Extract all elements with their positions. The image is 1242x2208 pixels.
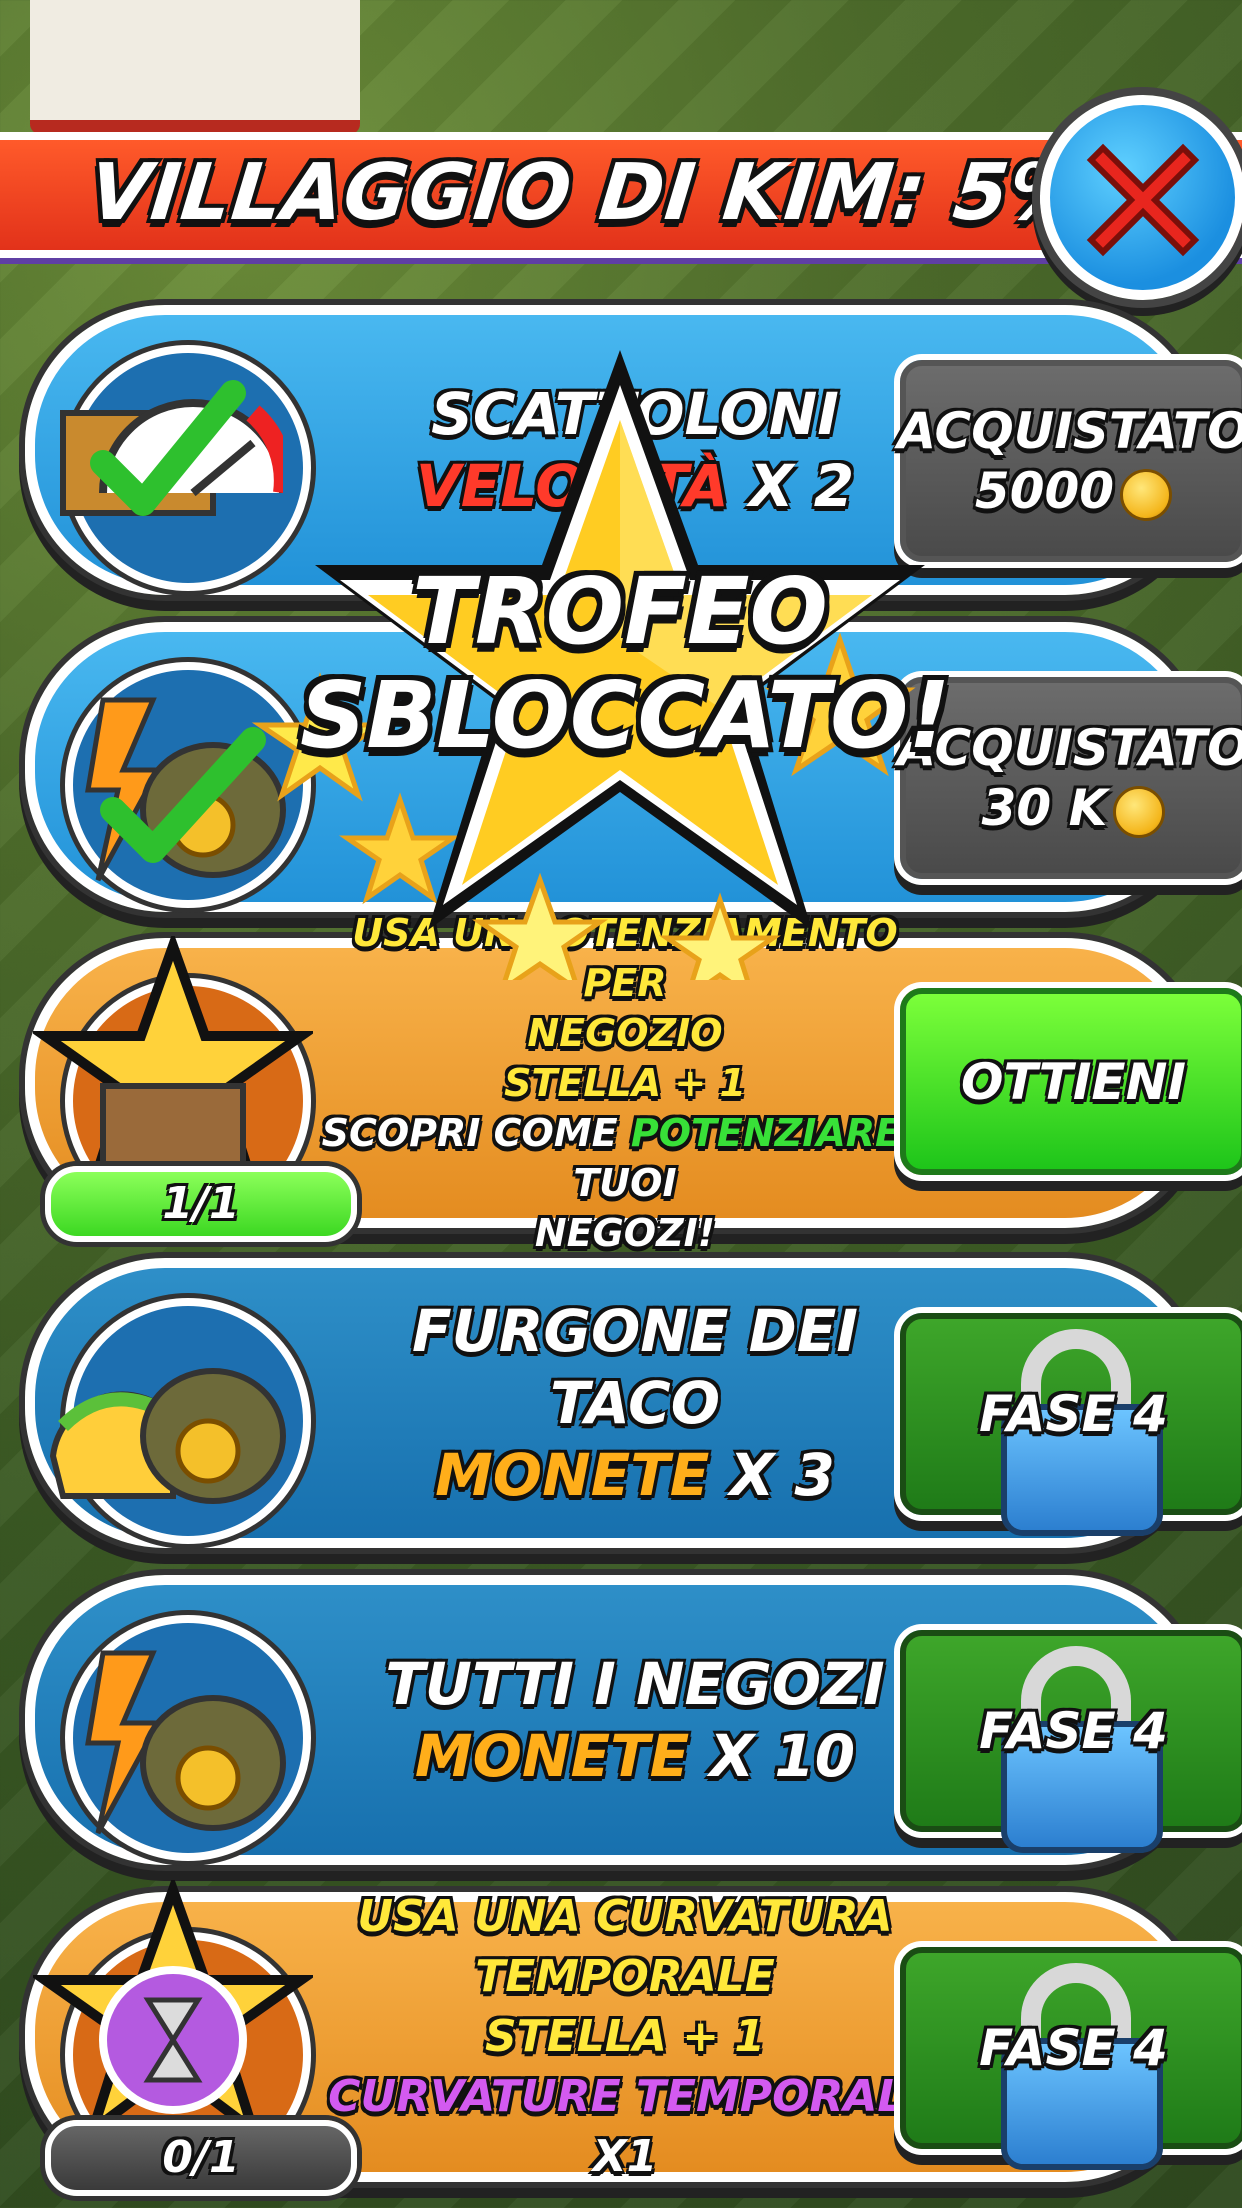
achievement-card-upgrade-shop: 1/1 USA UN POTENZIAMENTO PER NEGOZIO STE… [25, 911, 1242, 1255]
achievement-card-time-warp: 0/1 USA UNA CURVATURA TEMPORALE STELLA +… [25, 1880, 1242, 2196]
card-bonus-type: MONETE [414, 1722, 690, 1790]
achievement-reward: STELLA + 1 [504, 1061, 746, 1105]
reward-quantity: X1 [592, 2131, 658, 2182]
locked-button[interactable]: FASE 4 [900, 1947, 1242, 2170]
tip-highlight: POTENZIARE [630, 1111, 902, 1155]
trophy-title-line1: TROFEO [412, 558, 828, 665]
page-title: VILLAGGIO DI KIM: 5% [85, 148, 1094, 238]
upgrade-card-taco-truck: FURGONE DEI TACO MONETE X 3 FASE 4 [25, 1258, 1242, 1548]
obtain-button[interactable]: OTTIENI [900, 988, 1242, 1175]
close-button[interactable] [1040, 95, 1242, 300]
upgrade-icon-frame [65, 1615, 311, 1861]
upgrade-icon-frame [49, 1298, 311, 1544]
achievement-line1: USA UNA CURVATURA [357, 1891, 893, 1942]
locked-button[interactable]: FASE 4 [900, 1313, 1242, 1536]
stage-label: FASE 4 [979, 1385, 1168, 1443]
stage-label: FASE 4 [979, 1702, 1168, 1760]
trophy-title-line2: SBLOCCATO! [300, 662, 951, 769]
card-title: TUTTI I NEGOZI [385, 1650, 885, 1718]
card-bonus-value: X 10 [709, 1722, 856, 1790]
coin-icon [1120, 468, 1173, 521]
achievement-line2: TEMPORALE [475, 1951, 775, 2002]
tip-end: NEGOZI! [534, 1211, 716, 1255]
card-title: FURGONE DEI TACO [412, 1297, 858, 1437]
house-decoration [30, 0, 360, 134]
achievement-line2: NEGOZIO [527, 1011, 723, 1055]
price-label: 30 K [981, 779, 1108, 837]
locked-button[interactable]: FASE 4 [900, 1630, 1242, 1853]
lightning-money-bag-icon [85, 1650, 286, 1835]
achievement-reward: STELLA + 1 [484, 2011, 765, 2062]
star-hourglass-icon [33, 1880, 313, 2140]
stage-label: FASE 4 [979, 2019, 1168, 2077]
taco-money-bag-icon [49, 1368, 286, 1504]
coin-icon [1113, 785, 1166, 838]
close-icon [1086, 143, 1199, 256]
obtain-label: OTTIENI [960, 1052, 1187, 1111]
card-bonus-type: MONETE [435, 1441, 710, 1509]
card-bonus-value: X 3 [729, 1441, 835, 1509]
trophy-unlocked-popup: TROFEO SBLOCCATO! [251, 340, 980, 980]
price-label: 5000 [974, 462, 1115, 520]
reward-item: CURVATURE TEMPORALI [328, 2071, 922, 2122]
tip-pre: SCOPRI COME [321, 1111, 618, 1155]
upgrade-card-all-shops: TUTTI I NEGOZI MONETE X 10 FASE 4 [25, 1575, 1242, 1865]
